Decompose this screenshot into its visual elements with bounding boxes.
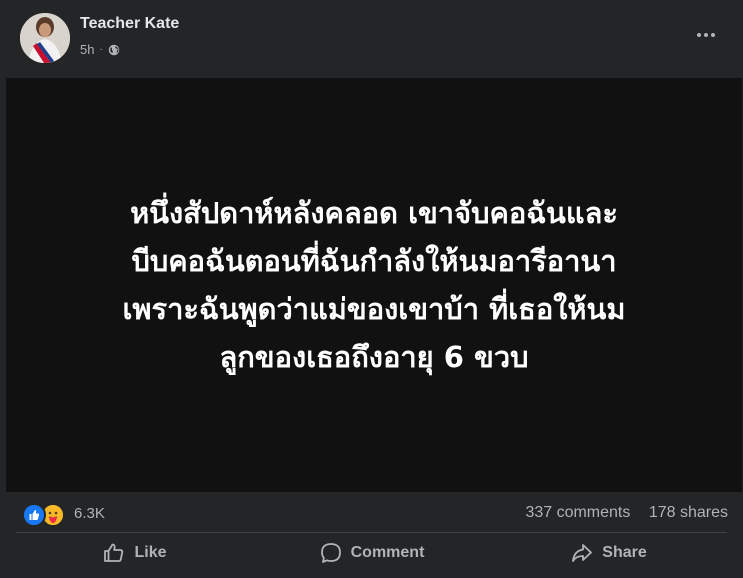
avatar-image [20, 13, 70, 63]
author-name[interactable]: Teacher Kate [80, 15, 179, 33]
post-timestamp[interactable]: 5h [80, 42, 94, 57]
comments-count[interactable]: 337 comments [525, 504, 630, 521]
share-label: Share [602, 544, 647, 561]
like-button[interactable]: Like [16, 534, 253, 572]
more-options-icon [696, 33, 717, 37]
reaction-icons[interactable] [22, 501, 68, 527]
post-card: Teacher Kate 5h · หนึ่งสัปดาห์หลังคลอด เ… [0, 0, 743, 578]
reaction-count[interactable]: 6.3K [74, 505, 105, 522]
globe-icon[interactable] [108, 44, 120, 56]
comment-button[interactable]: Comment [253, 534, 490, 572]
reactions-row: 6.3K 337 comments 178 shares [0, 494, 743, 534]
post-text-line: เพราะฉันพูดว่าแม่ของเขาบ้า ที่เธอให้นม [122, 292, 626, 326]
divider [16, 532, 727, 533]
share-icon [572, 544, 593, 562]
share-button[interactable]: Share [490, 534, 727, 572]
post-text-line: หนึ่งสัปดาห์หลังคลอด เขาจับคอฉันและ [130, 196, 618, 230]
post-stats: 337 comments 178 shares [525, 504, 728, 522]
post-header: Teacher Kate 5h · [0, 0, 743, 78]
comment-label: Comment [350, 544, 425, 561]
shares-count[interactable]: 178 shares [649, 504, 728, 521]
post-text-line: บีบคอฉันตอนที่ฉันกำลังให้นมอารีอานา [131, 244, 617, 278]
like-reaction-icon [22, 503, 46, 527]
avatar[interactable] [20, 13, 70, 63]
post-text-line: ลูกของเธอถึงอายุ 6 ขวบ [219, 340, 529, 374]
comment-icon [320, 543, 341, 563]
meta-separator: · [99, 44, 103, 55]
like-label: Like [134, 544, 167, 561]
thumbs-up-icon [104, 543, 124, 562]
action-bar: Like Comment Share [16, 534, 727, 572]
post-body: หนึ่งสัปดาห์หลังคลอด เขาจับคอฉันและ บีบค… [6, 78, 742, 492]
post-text: หนึ่งสัปดาห์หลังคลอด เขาจับคอฉันและ บีบค… [24, 189, 724, 381]
more-options-button[interactable] [688, 21, 724, 49]
post-meta: 5h · [80, 42, 120, 57]
